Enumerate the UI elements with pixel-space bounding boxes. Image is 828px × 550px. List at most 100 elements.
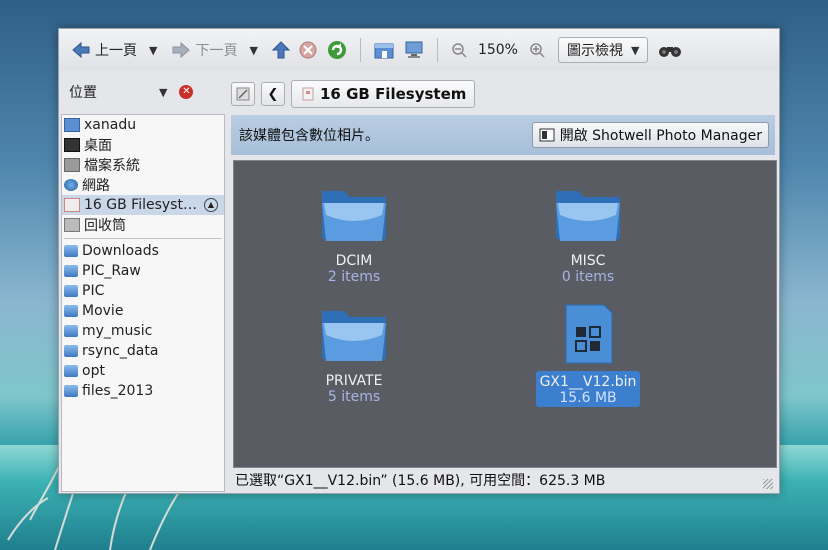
bookmark-label: files_2013 <box>82 383 154 399</box>
bookmark-files-2013[interactable]: files_2013 <box>62 381 224 401</box>
forward-history-chevron-icon[interactable]: ▼ <box>249 44 257 57</box>
status-text: 已選取“GX1__V12.bin” (15.6 MB), 可用空間：625.3 … <box>235 473 606 489</box>
file-name: DCIM <box>335 253 373 269</box>
folder-icon <box>64 265 78 277</box>
toolbar-separator <box>359 38 361 62</box>
bookmark-label: opt <box>82 363 105 379</box>
toggle-location-button[interactable] <box>231 82 255 106</box>
zoom-in-icon <box>530 43 545 58</box>
binary-file-icon <box>565 304 613 364</box>
file-manager-window: 上一頁 ▼ 下一頁 ▼ 150% 圖示檢視 ▼ 位置 ▼ ✕ xanadu 桌面… <box>58 28 780 494</box>
bookmark-label: Downloads <box>82 243 159 259</box>
folder-icon <box>322 191 386 241</box>
sidebar-item-label: xanadu <box>84 117 137 133</box>
folder-icon <box>64 285 78 297</box>
file-name: GX1__V12.bin <box>539 374 637 390</box>
shotwell-icon <box>539 128 555 142</box>
sidebar-item-trash[interactable]: 回收筒 <box>62 215 224 235</box>
reload-button[interactable] <box>322 35 352 65</box>
file-meta: 0 items <box>561 269 615 285</box>
home-icon <box>374 43 394 59</box>
trash-icon <box>64 218 80 232</box>
folder-icon <box>64 345 78 357</box>
bookmark-my-music[interactable]: my_music <box>62 321 224 341</box>
folder-icon <box>64 365 78 377</box>
sidebar-item-label: 檔案系統 <box>84 158 140 174</box>
places-title: 位置 <box>69 85 97 101</box>
bookmark-movie[interactable]: Movie <box>62 301 224 321</box>
file-item-private[interactable]: PRIVATE 5 items <box>294 301 414 405</box>
computer-icon <box>405 41 423 58</box>
sidebar-item-label: 回收筒 <box>84 218 126 234</box>
sidebar-item-usb-drive[interactable]: 16 GB Filesyst… ▲ <box>62 195 224 215</box>
media-info-bar: 該媒體包含數位相片。 開啟 Shotwell Photo Manager <box>231 115 775 155</box>
back-arrow-icon <box>72 41 90 59</box>
bookmark-label: PIC_Raw <box>82 263 141 279</box>
file-name: PRIVATE <box>325 373 383 389</box>
computer-button[interactable] <box>399 35 429 65</box>
places-sidebar: xanadu 桌面 檔案系統 網路 16 GB Filesyst… ▲ 回收筒 … <box>61 114 225 492</box>
bookmark-label: Movie <box>82 303 124 319</box>
search-button[interactable] <box>654 35 686 65</box>
chevron-down-icon: ▼ <box>630 43 640 57</box>
zoom-in-button[interactable] <box>524 35 550 65</box>
eject-icon[interactable]: ▲ <box>204 198 218 212</box>
back-label: 上一頁 <box>95 43 137 59</box>
file-meta: 15.6 MB <box>559 390 617 406</box>
breadcrumb-back-button[interactable]: ❮ <box>261 82 285 106</box>
bookmark-label: PIC <box>82 283 105 299</box>
status-bar: 已選取“GX1__V12.bin” (15.6 MB), 可用空間：625.3 … <box>231 469 775 491</box>
breadcrumb-label: 16 GB Filesystem <box>320 85 467 103</box>
stop-button[interactable] <box>294 35 322 65</box>
bookmark-rsync-data[interactable]: rsync_data <box>62 341 224 361</box>
toolbar-separator <box>436 38 438 62</box>
sidebar-item-xanadu[interactable]: xanadu <box>62 115 224 135</box>
sidebar-divider <box>64 238 222 239</box>
view-mode-select[interactable]: 圖示檢視 ▼ <box>557 37 649 63</box>
bookmark-opt[interactable]: opt <box>62 361 224 381</box>
usb-drive-icon <box>64 198 80 212</box>
sidebar-item-label: 16 GB Filesyst… <box>84 197 197 213</box>
zoom-out-button[interactable] <box>446 35 472 65</box>
folder-icon <box>556 191 620 241</box>
sidebar-item-label: 桌面 <box>84 138 112 154</box>
up-button[interactable] <box>268 35 294 65</box>
sidebar-item-network[interactable]: 網路 <box>62 175 224 195</box>
reload-icon <box>327 41 346 59</box>
open-shotwell-button[interactable]: 開啟 Shotwell Photo Manager <box>531 122 769 148</box>
zoom-out-icon <box>452 43 467 58</box>
bookmark-downloads[interactable]: Downloads <box>62 241 224 261</box>
bookmark-pic-raw[interactable]: PIC_Raw <box>62 261 224 281</box>
folder-icon <box>64 305 78 317</box>
info-message: 該媒體包含數位相片。 <box>239 128 379 144</box>
drive-icon <box>64 158 80 172</box>
file-item-misc[interactable]: MISC 0 items <box>528 181 648 285</box>
close-sidebar-icon[interactable]: ✕ <box>179 85 194 99</box>
file-view: DCIM 2 items MISC 0 items PRIVATE 5 item… <box>233 160 777 468</box>
sidebar-item-filesystem[interactable]: 檔案系統 <box>62 155 224 175</box>
folder-icon <box>64 385 78 397</box>
places-dropdown-chevron-icon[interactable]: ▼ <box>159 86 167 99</box>
network-icon <box>64 179 78 191</box>
bookmark-label: rsync_data <box>82 343 159 359</box>
sidebar-item-desktop[interactable]: 桌面 <box>62 135 224 155</box>
back-history-chevron-icon[interactable]: ▼ <box>149 44 157 57</box>
up-arrow-icon <box>271 41 290 59</box>
forward-label: 下一頁 <box>195 43 238 59</box>
sidebar-item-label: 網路 <box>82 178 110 194</box>
home-icon <box>64 118 80 132</box>
view-mode-label: 圖示檢視 <box>566 43 623 59</box>
file-item-gx1-bin[interactable]: GX1__V12.bin 15.6 MB <box>528 301 648 407</box>
home-button[interactable] <box>369 35 399 65</box>
file-item-dcim[interactable]: DCIM 2 items <box>294 181 414 285</box>
file-meta: 5 items <box>327 389 381 405</box>
resize-grip-icon[interactable] <box>763 479 773 489</box>
forward-button[interactable]: 下一頁 <box>167 35 241 65</box>
breadcrumb-current[interactable]: 16 GB Filesystem <box>291 80 476 108</box>
chevron-left-icon: ❮ <box>267 86 279 102</box>
bookmark-pic[interactable]: PIC <box>62 281 224 301</box>
places-header: 位置 ▼ ✕ <box>59 75 225 109</box>
back-button[interactable]: 上一頁 <box>67 35 141 65</box>
selected-label: GX1__V12.bin 15.6 MB <box>535 371 641 407</box>
desktop-icon <box>64 138 80 152</box>
